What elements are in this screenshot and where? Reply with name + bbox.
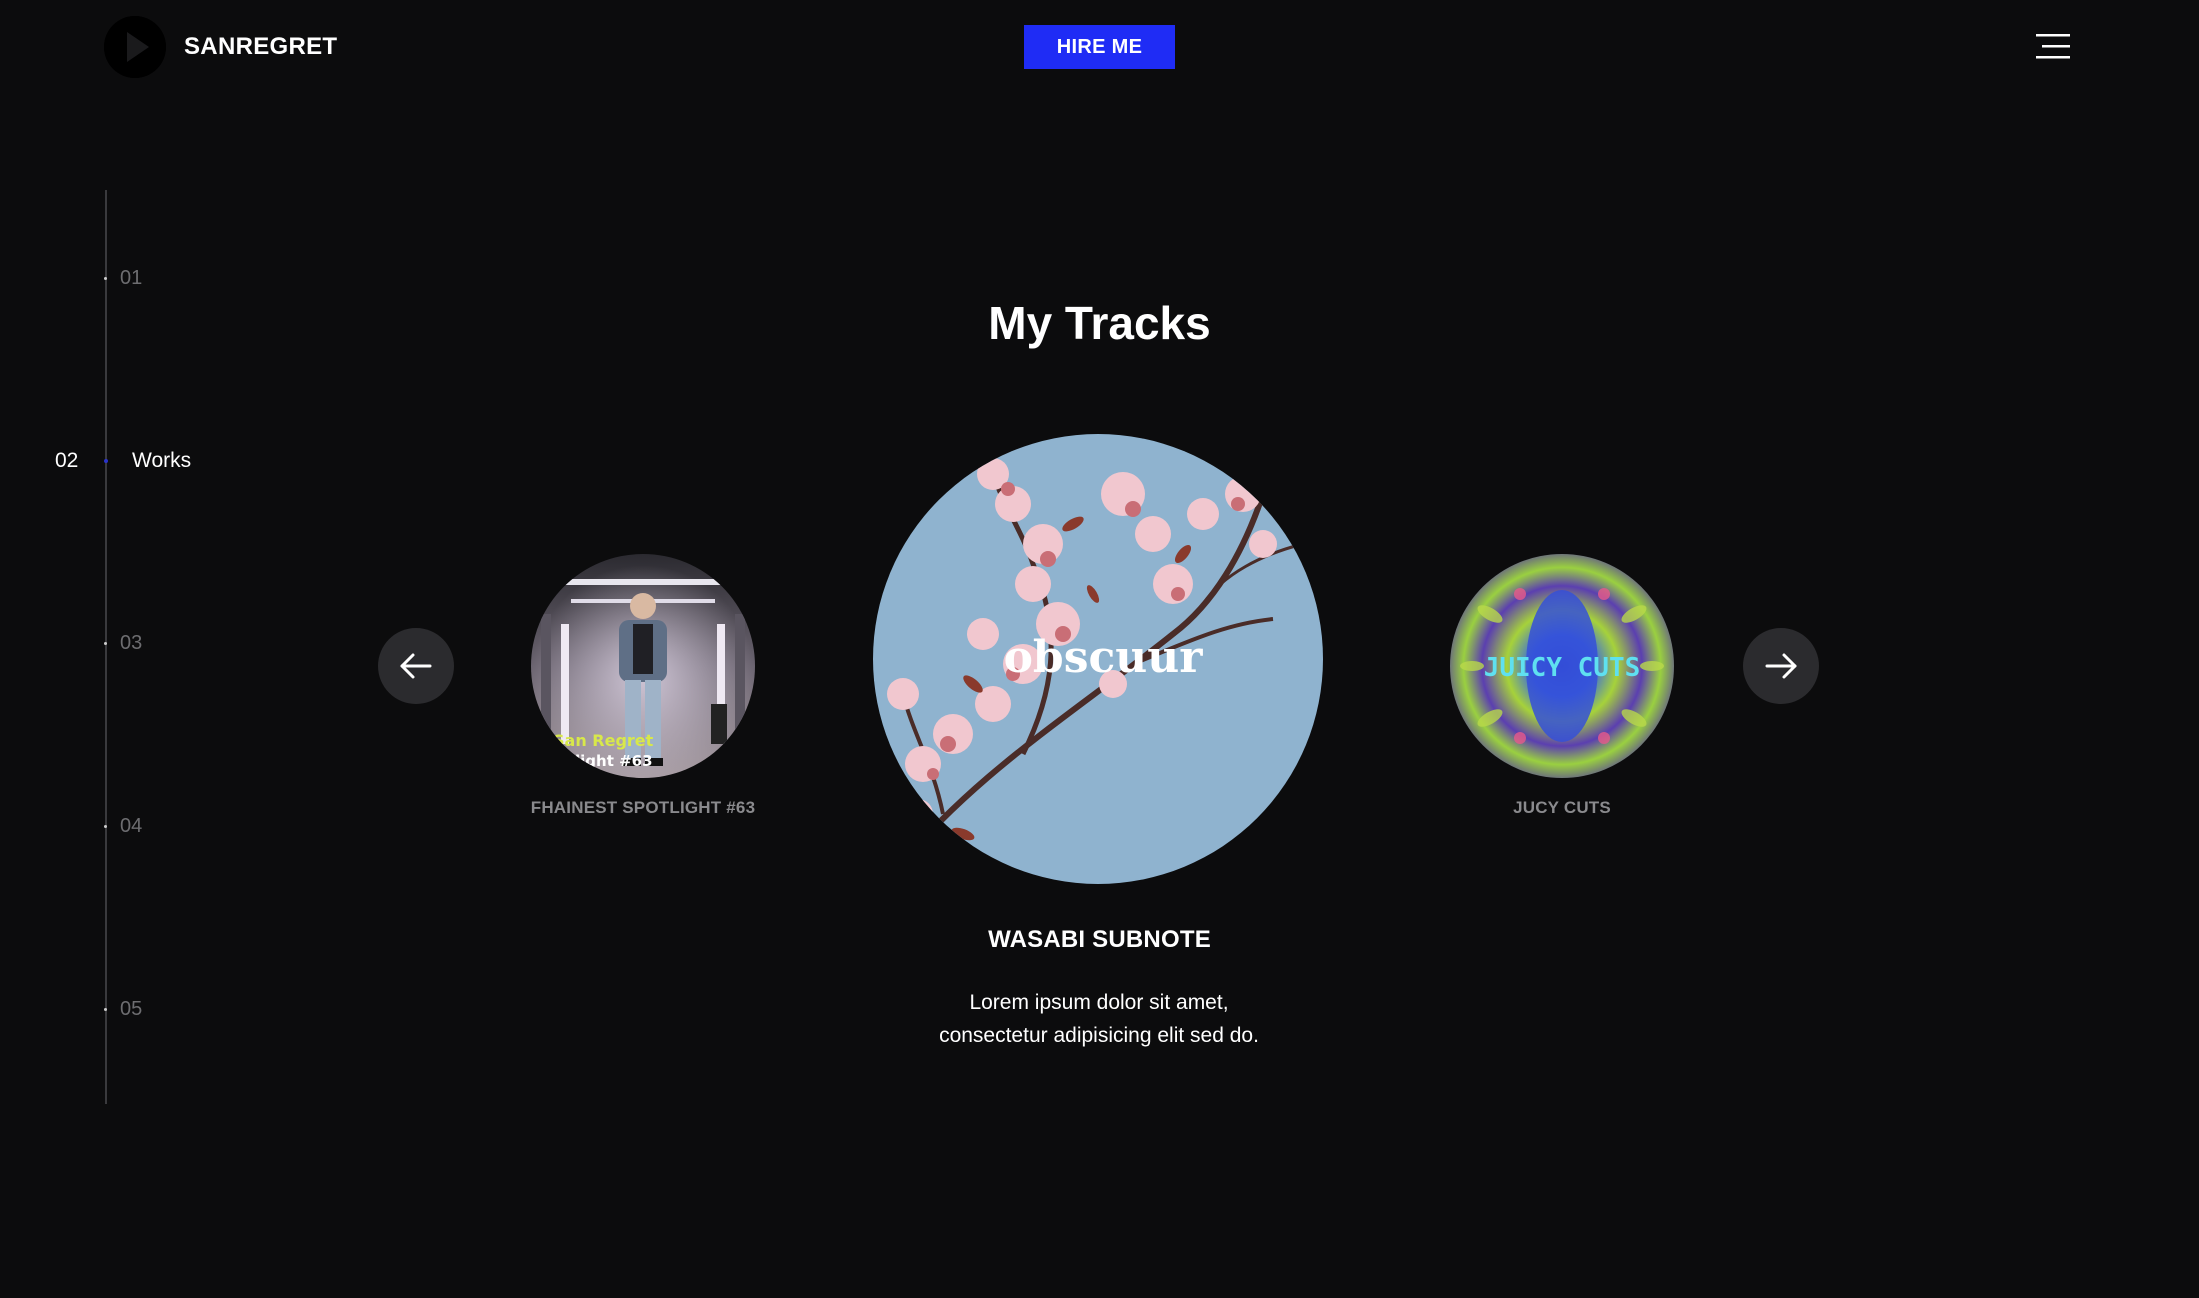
track-description-line: consectetur adipisicing elit sed do.: [939, 1024, 1259, 1047]
brand-logo[interactable]: SANREGRET: [104, 16, 337, 78]
side-nav-number: 02: [55, 449, 79, 472]
side-nav-dot: [104, 825, 107, 828]
side-nav-dot: [104, 642, 107, 645]
cover-text: San Regret: [553, 731, 654, 750]
play-icon: [104, 16, 166, 78]
side-nav-dot: [104, 277, 107, 280]
track-title-current: WASABI SUBNOTE: [988, 926, 1211, 953]
hamburger-icon[interactable]: [2036, 30, 2076, 64]
cover-text: obscuur: [1004, 632, 1204, 683]
side-nav-dot: [104, 1008, 107, 1011]
side-nav-number: 01: [120, 267, 143, 289]
arrow-right-icon: [1765, 653, 1797, 679]
hire-me-button[interactable]: HIRE ME: [1024, 25, 1175, 69]
page-title: My Tracks: [988, 297, 1211, 349]
side-nav-number: 05: [120, 998, 143, 1020]
track-title-next[interactable]: JUCY CUTS: [1382, 798, 1742, 818]
prev-track-button[interactable]: [378, 628, 454, 704]
arrow-left-icon: [400, 653, 432, 679]
side-nav-number: 03: [120, 632, 143, 654]
side-nav-number: 04: [120, 815, 143, 837]
brand-name: SANREGRET: [184, 33, 338, 60]
cover-text: light #63: [575, 752, 653, 770]
track-description-line: Lorem ipsum dolor sit amet,: [969, 991, 1229, 1014]
track-title-previous[interactable]: FHAINEST SPOTLIGHT #63: [463, 798, 823, 818]
cover-text: JUICY CUTS: [1484, 653, 1641, 683]
next-track-button[interactable]: [1743, 628, 1819, 704]
track-cover-next[interactable]: JUICY CUTS: [1450, 554, 1674, 778]
side-nav-label: Works: [132, 449, 192, 472]
track-description: Lorem ipsum dolor sit amet, consectetur …: [849, 986, 1349, 1052]
page: SANREGRET HIRE ME 01 02 Works 03 04 05 M…: [0, 0, 2199, 1298]
side-nav-active-dot: [104, 459, 108, 463]
track-cover-previous[interactable]: San Regret light #63: [531, 554, 755, 778]
track-cover-current[interactable]: obscuur: [873, 434, 1323, 884]
